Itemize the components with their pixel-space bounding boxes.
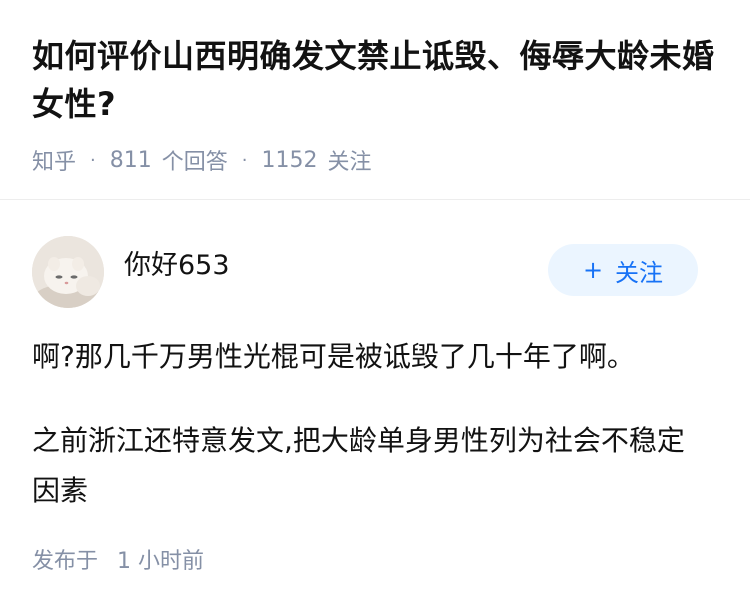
meta-separator: · bbox=[241, 149, 248, 171]
follow-button-label: 关注 bbox=[615, 258, 664, 287]
question-meta: 知乎 · 811 个回答 · 1152 关注 bbox=[32, 144, 372, 176]
avatar[interactable] bbox=[32, 236, 104, 308]
follower-count-label: 关注 bbox=[327, 150, 372, 175]
question-header: 如何评价山西明确发文禁止诋毁、侮辱大龄未婚女性? 知乎 · 811 个回答 · … bbox=[0, 0, 750, 200]
source-label[interactable]: 知乎 bbox=[32, 144, 76, 176]
author-name[interactable]: 你好653 bbox=[124, 248, 230, 284]
answer-count-label: 个回答 bbox=[161, 150, 228, 175]
answer-card: 你好653 + 关注 啊?那几千万男性光棍可是被诋毁了几十年了啊。 之前浙江还特… bbox=[0, 200, 750, 616]
plus-icon: + bbox=[582, 256, 604, 284]
kitten-avatar-icon bbox=[32, 236, 104, 308]
meta-separator: · bbox=[90, 149, 96, 171]
answer-time: 发布于 1 小时前 bbox=[32, 546, 204, 578]
follower-count: 1152 bbox=[261, 147, 318, 173]
question-title[interactable]: 如何评价山西明确发文禁止诋毁、侮辱大龄未婚女性? bbox=[32, 32, 722, 128]
answer-count: 811 bbox=[109, 147, 152, 173]
answer-paragraph: 之前浙江还特意发文,把大龄单身男性列为社会不稳定因素 bbox=[32, 424, 685, 507]
answer-paragraph: 啊?那几千万男性光棍可是被诋毁了几十年了啊。 bbox=[32, 340, 635, 373]
time-label: 发布于 bbox=[32, 549, 99, 574]
follow-button[interactable]: + 关注 bbox=[548, 244, 698, 296]
time-value: 1 小时前 bbox=[117, 549, 205, 574]
